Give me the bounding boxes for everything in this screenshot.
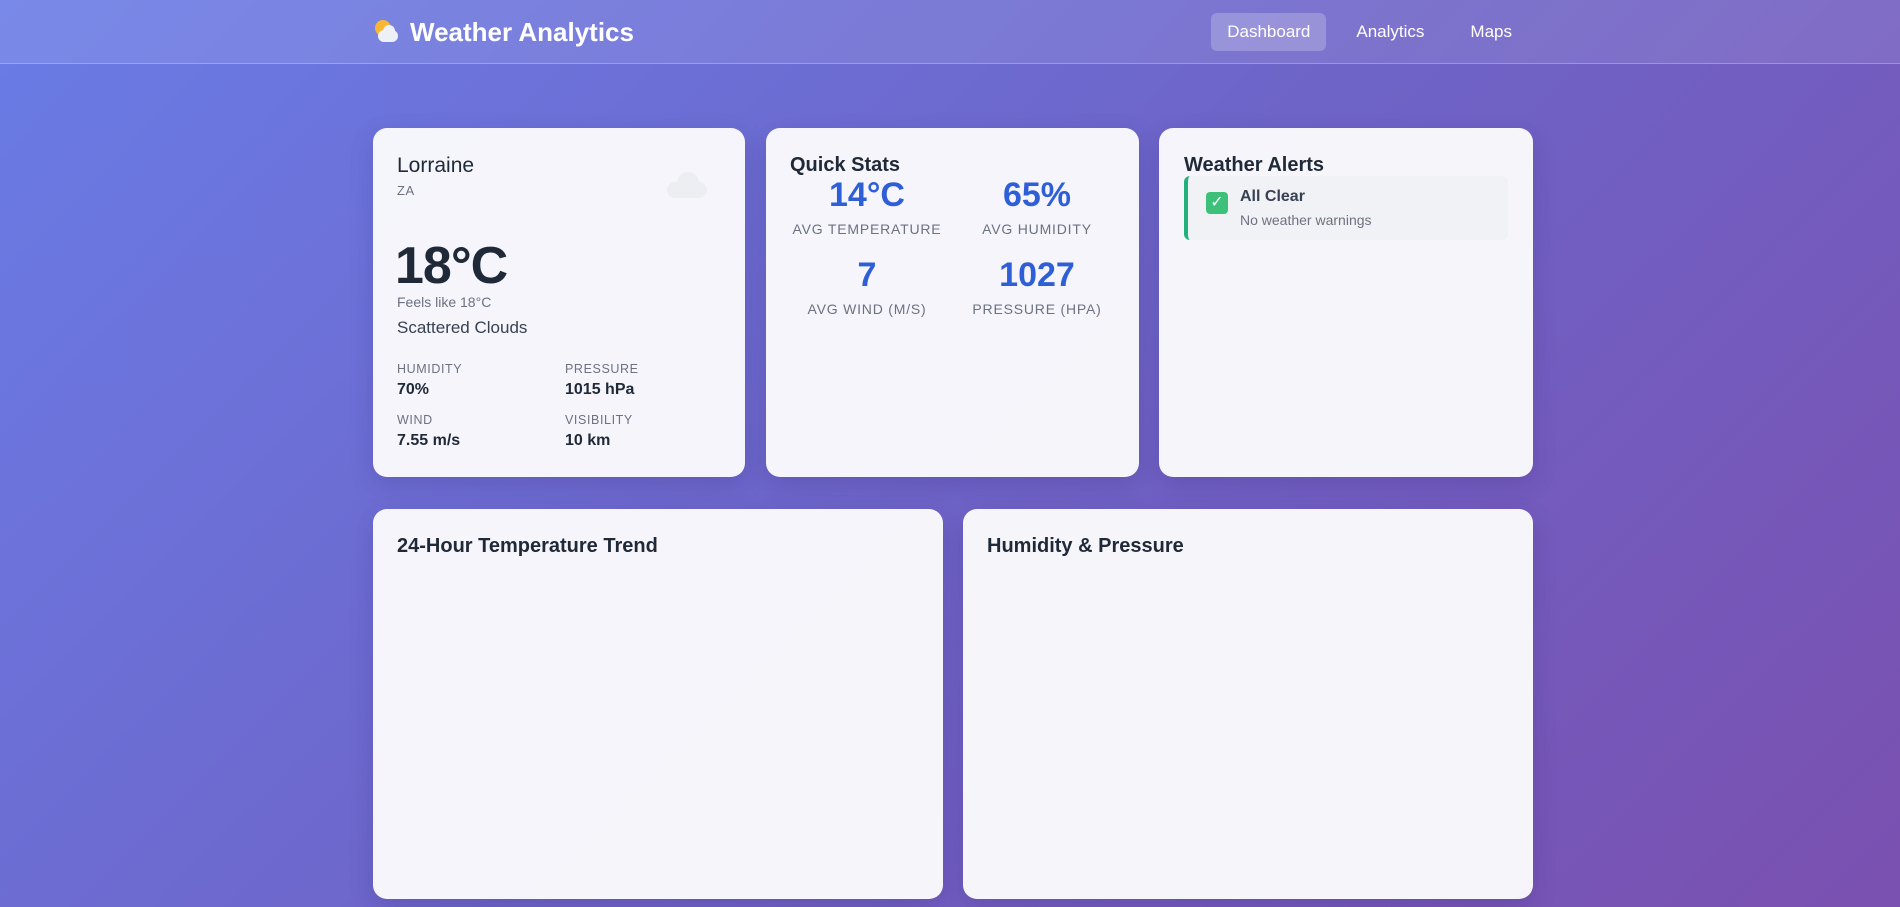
- stat-label: AVG HUMIDITY: [982, 221, 1092, 237]
- alert-subtitle: No weather warnings: [1240, 212, 1372, 228]
- country-code: ZA: [397, 183, 415, 198]
- weather-alerts-card: Weather Alerts ✓ All Clear No weather wa…: [1159, 128, 1533, 477]
- temperature-trend-card: 24-Hour Temperature Trend: [373, 509, 943, 899]
- card-title: Quick Stats: [790, 154, 901, 176]
- current-temperature: 18°C: [395, 237, 508, 295]
- nav-dashboard[interactable]: Dashboard: [1211, 13, 1327, 51]
- city-name: Lorraine: [397, 154, 475, 177]
- stat-avg-temperature: 14°C AVG TEMPERATURE: [787, 176, 947, 237]
- brand[interactable]: Weather Analytics: [372, 16, 634, 48]
- stat-label: AVG WIND (M/S): [807, 301, 927, 317]
- humidity-pressure-card: Humidity & Pressure: [963, 509, 1533, 899]
- metric-value: 7.55 m/s: [397, 432, 461, 449]
- current-weather-card: Lorraine ZA 18°C Feels like 18°C Scatter…: [373, 128, 745, 477]
- checkmark-icon: ✓: [1206, 192, 1228, 214]
- stat-label: PRESSURE (HPA): [972, 301, 1102, 317]
- metric-value: 10 km: [565, 432, 611, 449]
- stat-value: 65%: [1002, 176, 1072, 214]
- stat-value: 7: [857, 256, 877, 294]
- stat-label: AVG TEMPERATURE: [792, 221, 942, 237]
- quick-stats-card: Quick Stats 14°C AVG TEMPERATURE 65% AVG…: [766, 128, 1139, 477]
- stat-value: 1027: [999, 256, 1075, 294]
- nav-maps[interactable]: Maps: [1454, 13, 1528, 51]
- metric-label: PRESSURE: [565, 362, 639, 376]
- metric-value: 1015 hPa: [565, 381, 635, 398]
- metric-pressure: PRESSURE 1015 hPa: [565, 362, 639, 399]
- metric-label: HUMIDITY: [397, 362, 463, 376]
- nav-analytics[interactable]: Analytics: [1340, 13, 1440, 51]
- metric-label: VISIBILITY: [565, 413, 633, 427]
- stat-avg-wind: 7 AVG WIND (M/S): [787, 256, 947, 317]
- card-title: Humidity & Pressure: [987, 535, 1184, 557]
- stat-value: 14°C: [829, 176, 905, 214]
- cloud-icon: [667, 172, 709, 198]
- stat-pressure: 1027 PRESSURE (HPA): [957, 256, 1117, 317]
- stat-avg-humidity: 65% AVG HUMIDITY: [957, 176, 1117, 237]
- weather-description: Scattered Clouds: [397, 318, 528, 337]
- metric-wind: WIND 7.55 m/s: [397, 413, 460, 450]
- metric-humidity: HUMIDITY 70%: [397, 362, 462, 399]
- top-navigation-bar: Weather Analytics Dashboard Analytics Ma…: [0, 0, 1900, 64]
- metric-visibility: VISIBILITY 10 km: [565, 413, 633, 450]
- feels-like: Feels like 18°C: [397, 294, 492, 310]
- alert-title: All Clear: [1240, 188, 1305, 205]
- sun-cloud-icon: [372, 18, 400, 46]
- brand-title: Weather Analytics: [410, 16, 634, 47]
- metric-label: WIND: [397, 413, 433, 427]
- main-nav: Dashboard Analytics Maps: [1211, 13, 1528, 51]
- alert-item[interactable]: ✓ All Clear No weather warnings: [1184, 176, 1508, 240]
- card-title: Weather Alerts: [1184, 154, 1325, 176]
- metric-value: 70%: [397, 381, 430, 398]
- card-title: 24-Hour Temperature Trend: [397, 535, 658, 557]
